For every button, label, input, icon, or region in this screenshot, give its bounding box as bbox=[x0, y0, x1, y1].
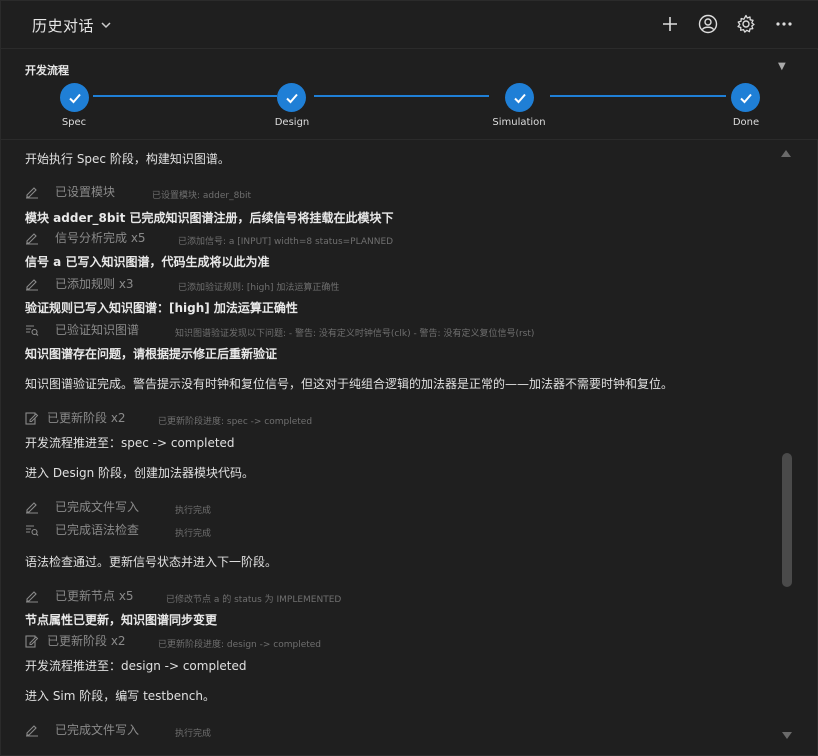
tool-call-name: 已更新节点 x5 bbox=[55, 589, 134, 603]
tool-call-name: 已验证知识图谱 bbox=[55, 323, 140, 337]
tool-call-item[interactable]: 已更新阶段 x2 已更新阶段进度: spec -> completed bbox=[25, 409, 312, 427]
tool-call-detail: 已更新阶段进度: spec -> completed bbox=[158, 417, 313, 427]
assistant-message: 知识图谱存在问题，请根据提示修正后重新验证 bbox=[25, 347, 278, 361]
panel-title: 历史对话 bbox=[32, 16, 95, 35]
assistant-message: 信号 a 已写入知识图谱，代码生成将以此为准 bbox=[25, 255, 270, 269]
search-list-icon bbox=[25, 523, 39, 537]
assistant-message: 验证规则已写入知识图谱：[high] 加法运算正确性 bbox=[25, 301, 298, 315]
tool-call-name: 已完成文件写入 bbox=[55, 723, 140, 737]
chat-history-panel: 历史对话 开发流程 ▼ Spec Design Simulation Done bbox=[0, 0, 818, 756]
tool-call-item[interactable]: 已验证知识图谱 知识图谱验证发现以下问题: - 警告: 没有定义时钟信号(clk… bbox=[25, 321, 534, 339]
flow-title: 开发流程 bbox=[25, 64, 69, 77]
tool-call-item[interactable]: 已完成文件写入 执行完成 bbox=[25, 721, 211, 739]
tool-call-name: 已设置模块 bbox=[55, 185, 116, 199]
chevron-down-icon bbox=[101, 22, 111, 29]
edit-doc-icon bbox=[25, 411, 39, 425]
panel-header: 历史对话 bbox=[1, 1, 818, 49]
history-dropdown[interactable]: 历史对话 bbox=[32, 15, 112, 35]
assistant-message: 进入 Design 阶段，创建加法器模块代码。 bbox=[25, 466, 255, 480]
tool-call-detail: 已更新阶段进度: design -> completed bbox=[158, 640, 322, 650]
plus-icon[interactable] bbox=[659, 13, 681, 35]
more-icon[interactable] bbox=[773, 13, 795, 35]
tool-call-detail: 执行完成 bbox=[175, 506, 212, 516]
pencil-icon bbox=[25, 500, 39, 514]
step-label-done: Done bbox=[732, 117, 760, 128]
tool-call-name: 已更新阶段 x2 bbox=[47, 411, 126, 425]
step-done-check-icon bbox=[731, 83, 760, 112]
assistant-message: 模块 adder_8bit 已完成知识图谱注册，后续信号将挂载在此模块下 bbox=[25, 211, 394, 225]
step-simulation-check-icon bbox=[505, 83, 534, 112]
step-label-design: Design bbox=[274, 117, 310, 128]
tool-call-name: 已完成语法检查 bbox=[55, 523, 140, 537]
assistant-message: 语法检查通过。更新信号状态并进入下一阶段。 bbox=[25, 555, 278, 569]
scroll-down-arrow-icon[interactable] bbox=[782, 732, 792, 739]
step-spec-check-icon bbox=[60, 83, 89, 112]
tool-call-name: 已完成文件写入 bbox=[55, 500, 140, 514]
tool-call-item[interactable]: 信号分析完成 x5 已添加信号: a [INPUT] width=8 statu… bbox=[25, 229, 393, 247]
tool-call-detail: 执行完成 bbox=[175, 729, 212, 739]
message-log[interactable]: 开始执行 Spec 阶段，构建知识图谱。 已设置模块 已设置模块: adder_… bbox=[1, 141, 818, 756]
tool-call-name: 信号分析完成 x5 bbox=[55, 231, 146, 245]
pencil-icon bbox=[25, 589, 39, 603]
assistant-message: 开发流程推进至：spec -> completed bbox=[25, 436, 235, 450]
assistant-message: 进入 Sim 阶段，编写 testbench。 bbox=[25, 689, 215, 703]
step-connector bbox=[314, 95, 489, 97]
account-icon[interactable] bbox=[697, 13, 719, 35]
step-label-spec: Spec bbox=[61, 117, 87, 128]
collapse-toggle-icon[interactable]: ▼ bbox=[778, 61, 786, 72]
pencil-icon bbox=[25, 277, 39, 291]
pencil-icon bbox=[25, 185, 39, 199]
gear-icon[interactable] bbox=[735, 13, 757, 35]
step-connector bbox=[550, 95, 726, 97]
pencil-icon bbox=[25, 231, 39, 245]
edit-doc-icon bbox=[25, 634, 39, 648]
step-label-simulation: Simulation bbox=[492, 117, 546, 128]
tool-call-item[interactable]: 已完成文件写入 执行完成 bbox=[25, 498, 211, 516]
assistant-message: 节点属性已更新，知识图谱同步变更 bbox=[25, 613, 218, 627]
tool-call-detail: 已设置模块: adder_8bit bbox=[152, 191, 252, 201]
tool-call-detail: 执行完成 bbox=[175, 529, 212, 539]
step-design-check-icon bbox=[277, 83, 306, 112]
tool-call-name: 已添加规则 x3 bbox=[55, 277, 134, 291]
assistant-message: 开发流程推进至：design -> completed bbox=[25, 659, 247, 673]
tool-call-detail: 知识图谱验证发现以下问题: - 警告: 没有定义时钟信号(clk) - 警告: … bbox=[175, 329, 535, 339]
assistant-message: 开始执行 Spec 阶段，构建知识图谱。 bbox=[25, 152, 230, 166]
tool-call-name: 已更新阶段 x2 bbox=[47, 634, 126, 648]
pencil-icon bbox=[25, 723, 39, 737]
tool-call-item[interactable]: 已更新节点 x5 已修改节点 a 的 status 为 IMPLEMENTED bbox=[25, 587, 341, 605]
tool-call-detail: 已添加信号: a [INPUT] width=8 status=PLANNED bbox=[178, 237, 394, 247]
tool-call-detail: 已添加验证规则: [high] 加法运算正确性 bbox=[178, 283, 340, 293]
tool-call-item[interactable]: 已更新阶段 x2 已更新阶段进度: design -> completed bbox=[25, 632, 321, 650]
tool-call-item[interactable]: 已完成语法检查 执行完成 bbox=[25, 521, 211, 539]
tool-call-detail: 已修改节点 a 的 status 为 IMPLEMENTED bbox=[166, 595, 342, 605]
tool-call-item[interactable]: 已添加规则 x3 已添加验证规则: [high] 加法运算正确性 bbox=[25, 275, 339, 293]
dev-flow-section: 开发流程 ▼ Spec Design Simulation Done bbox=[1, 50, 818, 140]
step-connector bbox=[93, 95, 277, 97]
tool-call-item[interactable]: 已设置模块 已设置模块: adder_8bit bbox=[25, 183, 251, 201]
search-list-icon bbox=[25, 323, 39, 337]
scrollbar-thumb[interactable] bbox=[782, 453, 792, 587]
scroll-up-arrow-icon[interactable] bbox=[781, 150, 791, 157]
assistant-message: 知识图谱验证完成。警告提示没有时钟和复位信号，但这对于纯组合逻辑的加法器是正常的… bbox=[25, 377, 674, 391]
